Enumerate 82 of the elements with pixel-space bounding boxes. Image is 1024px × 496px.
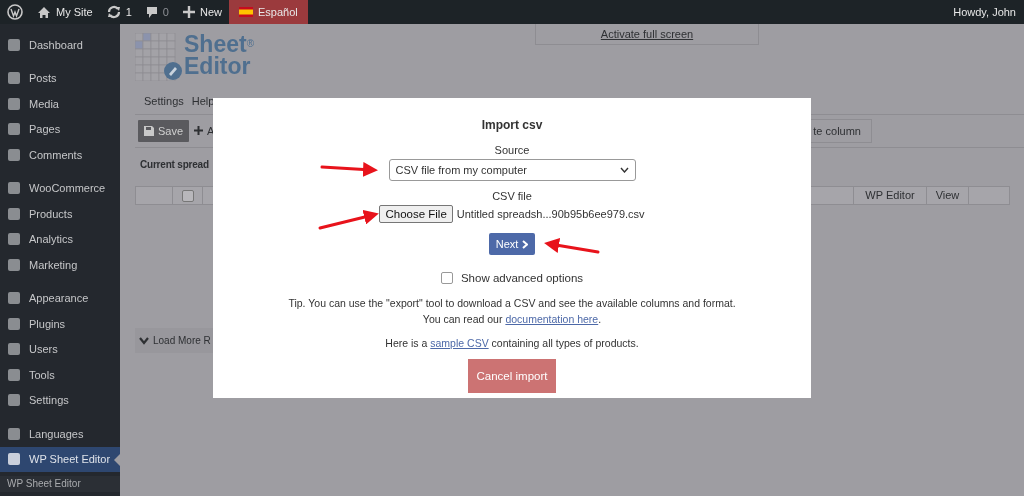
admin-bar-item[interactable]: 0 (138, 0, 176, 24)
sidebar-item[interactable]: Dashboard (0, 32, 120, 58)
sidebar-item[interactable]: WP Sheet Editor (0, 446, 120, 472)
menu-label: My Site (56, 4, 93, 20)
logo-text: Editor (184, 55, 252, 77)
sidebar-item[interactable]: Comments (0, 142, 120, 168)
count-label: 0 (162, 4, 169, 20)
select-field[interactable]: CSV file from my computer (388, 159, 636, 181)
logo-text: Sheet (184, 31, 247, 57)
file-name: Untitled spreadsh...90b95b6ee979.csv (456, 207, 645, 221)
square-icon (7, 426, 21, 441)
field-label: Source (494, 143, 530, 157)
dialog-title: Import csv (481, 118, 543, 133)
fullscreen-link[interactable]: Activate full screen (535, 24, 759, 45)
square-icon (7, 71, 21, 86)
sidebar-item[interactable]: Languages (0, 421, 120, 447)
plus-icon (194, 126, 204, 136)
menu-label: New (199, 4, 222, 20)
sidebar-item[interactable]: Posts (0, 65, 120, 91)
plus-icon (182, 6, 195, 18)
square-icon (7, 147, 21, 162)
square-icon (7, 206, 21, 221)
sidebar-item[interactable]: Marketing (0, 252, 120, 278)
field-label: CSV file (492, 189, 532, 203)
sidebar-item[interactable]: Products (0, 201, 120, 227)
square-icon (7, 342, 21, 357)
sidebar-item[interactable]: Appearance (0, 285, 120, 311)
count-label: 1 (125, 4, 132, 20)
checkbox[interactable] (181, 189, 194, 202)
chevron-down-icon (619, 167, 629, 173)
chevron-right-icon (522, 239, 529, 249)
square-icon (7, 232, 21, 247)
caption: Current spread (140, 158, 209, 172)
sidebar-item[interactable]: Analytics (0, 226, 120, 252)
load-more-button[interactable]: Load More R (135, 328, 215, 353)
square-icon (7, 122, 21, 137)
arrow (320, 161, 378, 177)
speech-bubble-icon (145, 5, 158, 19)
tip-text: Tip. You can use the "export" tool to download a CSV and see the available columns and format. (288, 296, 736, 310)
submenu-item[interactable]: WP Sheet Editor (0, 476, 120, 492)
next-button[interactable]: Next (488, 233, 536, 255)
arrow (318, 209, 379, 230)
refresh-icon (106, 5, 121, 19)
square-icon (7, 181, 21, 196)
sidebar-item[interactable]: Media (0, 91, 120, 117)
sidebar-item[interactable]: Plugins (0, 311, 120, 337)
chevron-down-icon (139, 336, 149, 345)
square-icon (7, 393, 21, 408)
wordpress-logo-icon[interactable] (7, 4, 23, 20)
help-text: You can read our documentation here. (422, 312, 602, 326)
square-icon (7, 291, 21, 306)
menu-link[interactable]: Settings (144, 93, 184, 110)
arrow (544, 238, 600, 254)
square-icon (7, 316, 21, 331)
flag-icon (238, 7, 253, 17)
sidebar-item[interactable]: Pages (0, 116, 120, 142)
menu-label: Español (257, 4, 298, 20)
admin-bar-item[interactable]: New (175, 0, 229, 24)
sidebar-item[interactable]: WooCommerce (0, 175, 120, 201)
home-icon (37, 5, 51, 19)
admin-bar-item[interactable]: 1 (99, 0, 139, 24)
spreadsheet-logo-icon (135, 33, 183, 81)
sidebar-item[interactable]: Tools (0, 362, 120, 388)
checkbox-label: Show advanced options (460, 271, 584, 285)
sample-link[interactable]: sample CSV (430, 337, 489, 349)
square-icon (7, 257, 21, 272)
greeting[interactable]: Howdy, John (953, 3, 1024, 21)
checkbox[interactable] (440, 272, 453, 284)
square-icon (7, 96, 21, 111)
sidebar-item[interactable]: Settings (0, 387, 120, 413)
column-header: View (927, 187, 969, 204)
column-header: WP Editor (854, 187, 927, 204)
admin-bar-item[interactable]: Español (228, 0, 308, 24)
choose-file-button[interactable]: Choose File (379, 205, 453, 223)
help-text: Here is a sample CSV containing all types of products. (385, 336, 639, 350)
registered-mark: ® (246, 38, 254, 49)
square-icon (7, 452, 21, 467)
save-button[interactable]: Save (138, 119, 190, 142)
square-icon (7, 37, 21, 52)
admin-bar-item[interactable]: My Site (30, 0, 100, 24)
square-icon (7, 367, 21, 382)
sidebar-item[interactable]: Users (0, 336, 120, 362)
